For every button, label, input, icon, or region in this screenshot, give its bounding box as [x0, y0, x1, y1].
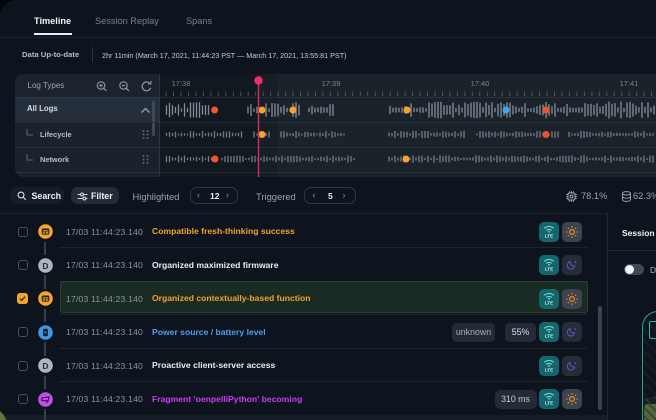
- svg-text:LTE: LTE: [545, 401, 553, 406]
- svg-text:D: D: [42, 260, 48, 270]
- svg-text:LTE: LTE: [545, 267, 553, 272]
- svg-text:LTE: LTE: [545, 367, 553, 372]
- svg-text:LTE: LTE: [545, 300, 553, 305]
- svg-text:D: D: [42, 361, 48, 371]
- svg-text:LTE: LTE: [545, 334, 553, 339]
- svg-text:LTE: LTE: [545, 233, 553, 238]
